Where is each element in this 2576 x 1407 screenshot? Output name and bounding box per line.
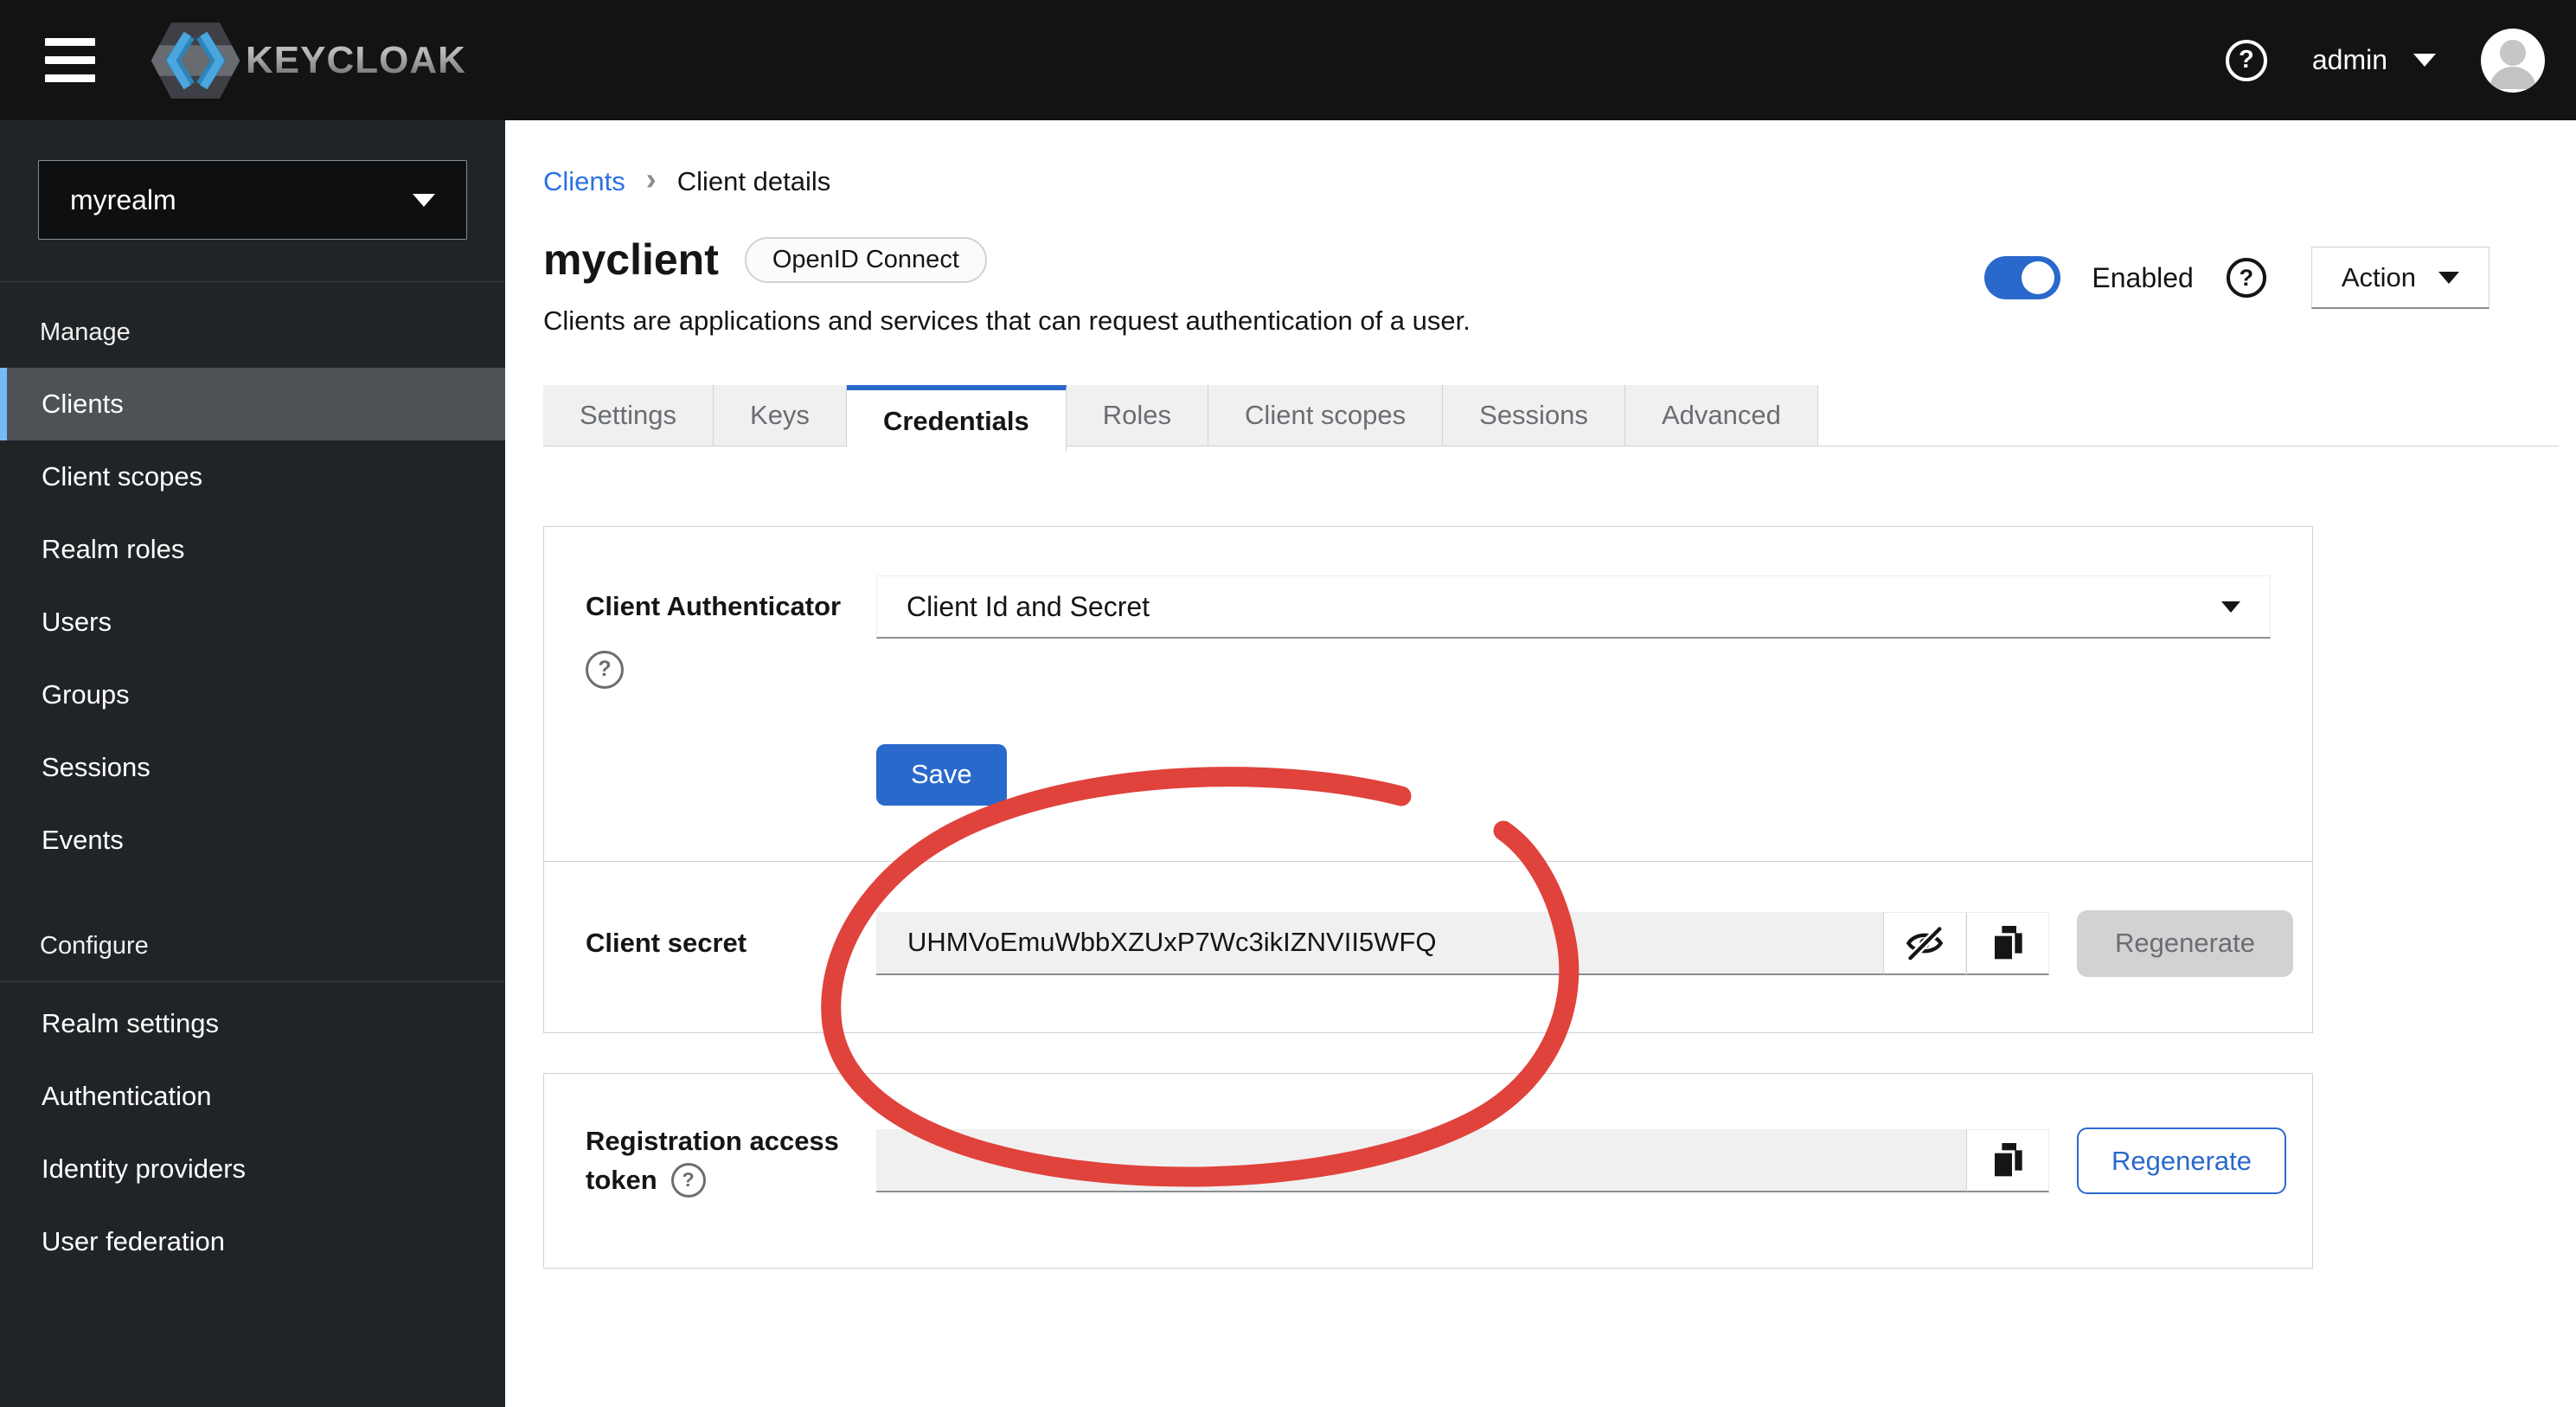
sidebar-item-realm-settings[interactable]: Realm settings	[0, 987, 505, 1060]
chevron-down-icon	[2413, 54, 2436, 67]
breadcrumb-current: Client details	[676, 166, 831, 196]
chevron-down-icon	[2221, 601, 2240, 613]
enabled-toggle[interactable]	[1984, 256, 2061, 299]
regenerate-secret-button[interactable]: Regenerate	[2077, 909, 2294, 977]
action-dropdown-button[interactable]: Action	[2310, 247, 2489, 309]
client-secret-label: Client secret	[586, 927, 747, 958]
sidebar-item-realm-roles[interactable]: Realm roles	[0, 513, 505, 586]
tab-settings[interactable]: Settings	[543, 385, 714, 447]
avatar[interactable]	[2481, 28, 2545, 93]
sidebar: myrealm Manage Clients Client scopes Rea…	[0, 120, 505, 1407]
save-button[interactable]: Save	[876, 743, 1007, 806]
sidebar-item-events[interactable]: Events	[0, 804, 505, 877]
show-secret-button[interactable]	[1883, 911, 1966, 975]
user-dropdown[interactable]: admin	[2312, 44, 2436, 76]
tab-advanced[interactable]: Advanced	[1624, 385, 1818, 447]
copy-token-button[interactable]	[1966, 1129, 2049, 1193]
chevron-down-icon	[413, 193, 435, 207]
masthead: KEYCLOAK ? admin	[0, 0, 2576, 120]
sidebar-item-clients[interactable]: Clients	[0, 368, 505, 440]
realm-selector[interactable]: myrealm	[38, 160, 467, 240]
client-authenticator-select[interactable]: Client Id and Secret	[876, 575, 2271, 639]
sidebar-item-authentication[interactable]: Authentication	[0, 1060, 505, 1133]
nav-section-configure: Configure	[40, 932, 149, 960]
breadcrumb-clients-link[interactable]: Clients	[543, 166, 625, 197]
page-title: myclient	[543, 235, 719, 284]
protocol-badge: OpenID Connect	[744, 236, 987, 283]
copy-icon	[1991, 925, 2022, 962]
tab-bar: Settings Keys Credentials Roles Client s…	[543, 385, 2576, 452]
tab-credentials[interactable]: Credentials	[846, 385, 1067, 452]
tab-keys[interactable]: Keys	[714, 385, 847, 447]
sidebar-item-sessions[interactable]: Sessions	[0, 731, 505, 804]
help-icon[interactable]: ?	[2226, 258, 2266, 298]
copy-icon	[1991, 1143, 2022, 1180]
registration-token-card: Registration access token? Regenerate	[543, 1072, 2313, 1269]
hamburger-menu-icon[interactable]	[45, 38, 95, 82]
tab-sessions[interactable]: Sessions	[1443, 385, 1625, 447]
registration-token-input[interactable]	[876, 1129, 1966, 1193]
client-authenticator-label: Client Authenticator	[586, 591, 842, 621]
chevron-down-icon	[2438, 271, 2459, 284]
breadcrumb: Clients › Client details	[543, 164, 2576, 200]
user-name: admin	[2311, 44, 2387, 75]
sidebar-item-users[interactable]: Users	[0, 586, 505, 659]
regenerate-token-button[interactable]: Regenerate	[2077, 1128, 2287, 1195]
main-content: Clients › Client details myclient OpenID…	[505, 120, 2576, 1407]
person-icon	[2489, 39, 2536, 89]
tab-client-scopes[interactable]: Client scopes	[1208, 385, 1444, 447]
sidebar-item-groups[interactable]: Groups	[0, 659, 505, 731]
nav-section-manage: Manage	[40, 318, 131, 346]
realm-name: myrealm	[70, 183, 176, 215]
divider	[0, 981, 505, 982]
brand-wordmark: KEYCLOAK	[246, 38, 466, 81]
help-icon[interactable]: ?	[2225, 39, 2267, 81]
tab-roles[interactable]: Roles	[1066, 385, 1209, 447]
sidebar-item-user-federation[interactable]: User federation	[0, 1205, 505, 1278]
divider	[0, 281, 505, 282]
enabled-label: Enabled	[2092, 261, 2194, 293]
page-description: Clients are applications and services th…	[543, 305, 1471, 336]
chevron-right-icon: ›	[645, 161, 657, 196]
help-icon[interactable]: ?	[586, 650, 624, 689]
copy-secret-button[interactable]	[1966, 911, 2049, 975]
keycloak-hexagon-icon	[151, 22, 240, 99]
registration-token-label: Registration access token?	[586, 1122, 876, 1200]
credentials-card: Client Authenticator ? Client Id and Sec…	[543, 526, 2313, 1033]
sidebar-item-client-scopes[interactable]: Client scopes	[0, 440, 505, 513]
keycloak-logo[interactable]: KEYCLOAK	[147, 16, 466, 106]
eye-slash-icon	[1906, 926, 1944, 961]
sidebar-item-identity-providers[interactable]: Identity providers	[0, 1133, 505, 1205]
client-secret-input[interactable]	[876, 911, 1883, 975]
help-icon[interactable]: ?	[670, 1162, 706, 1198]
